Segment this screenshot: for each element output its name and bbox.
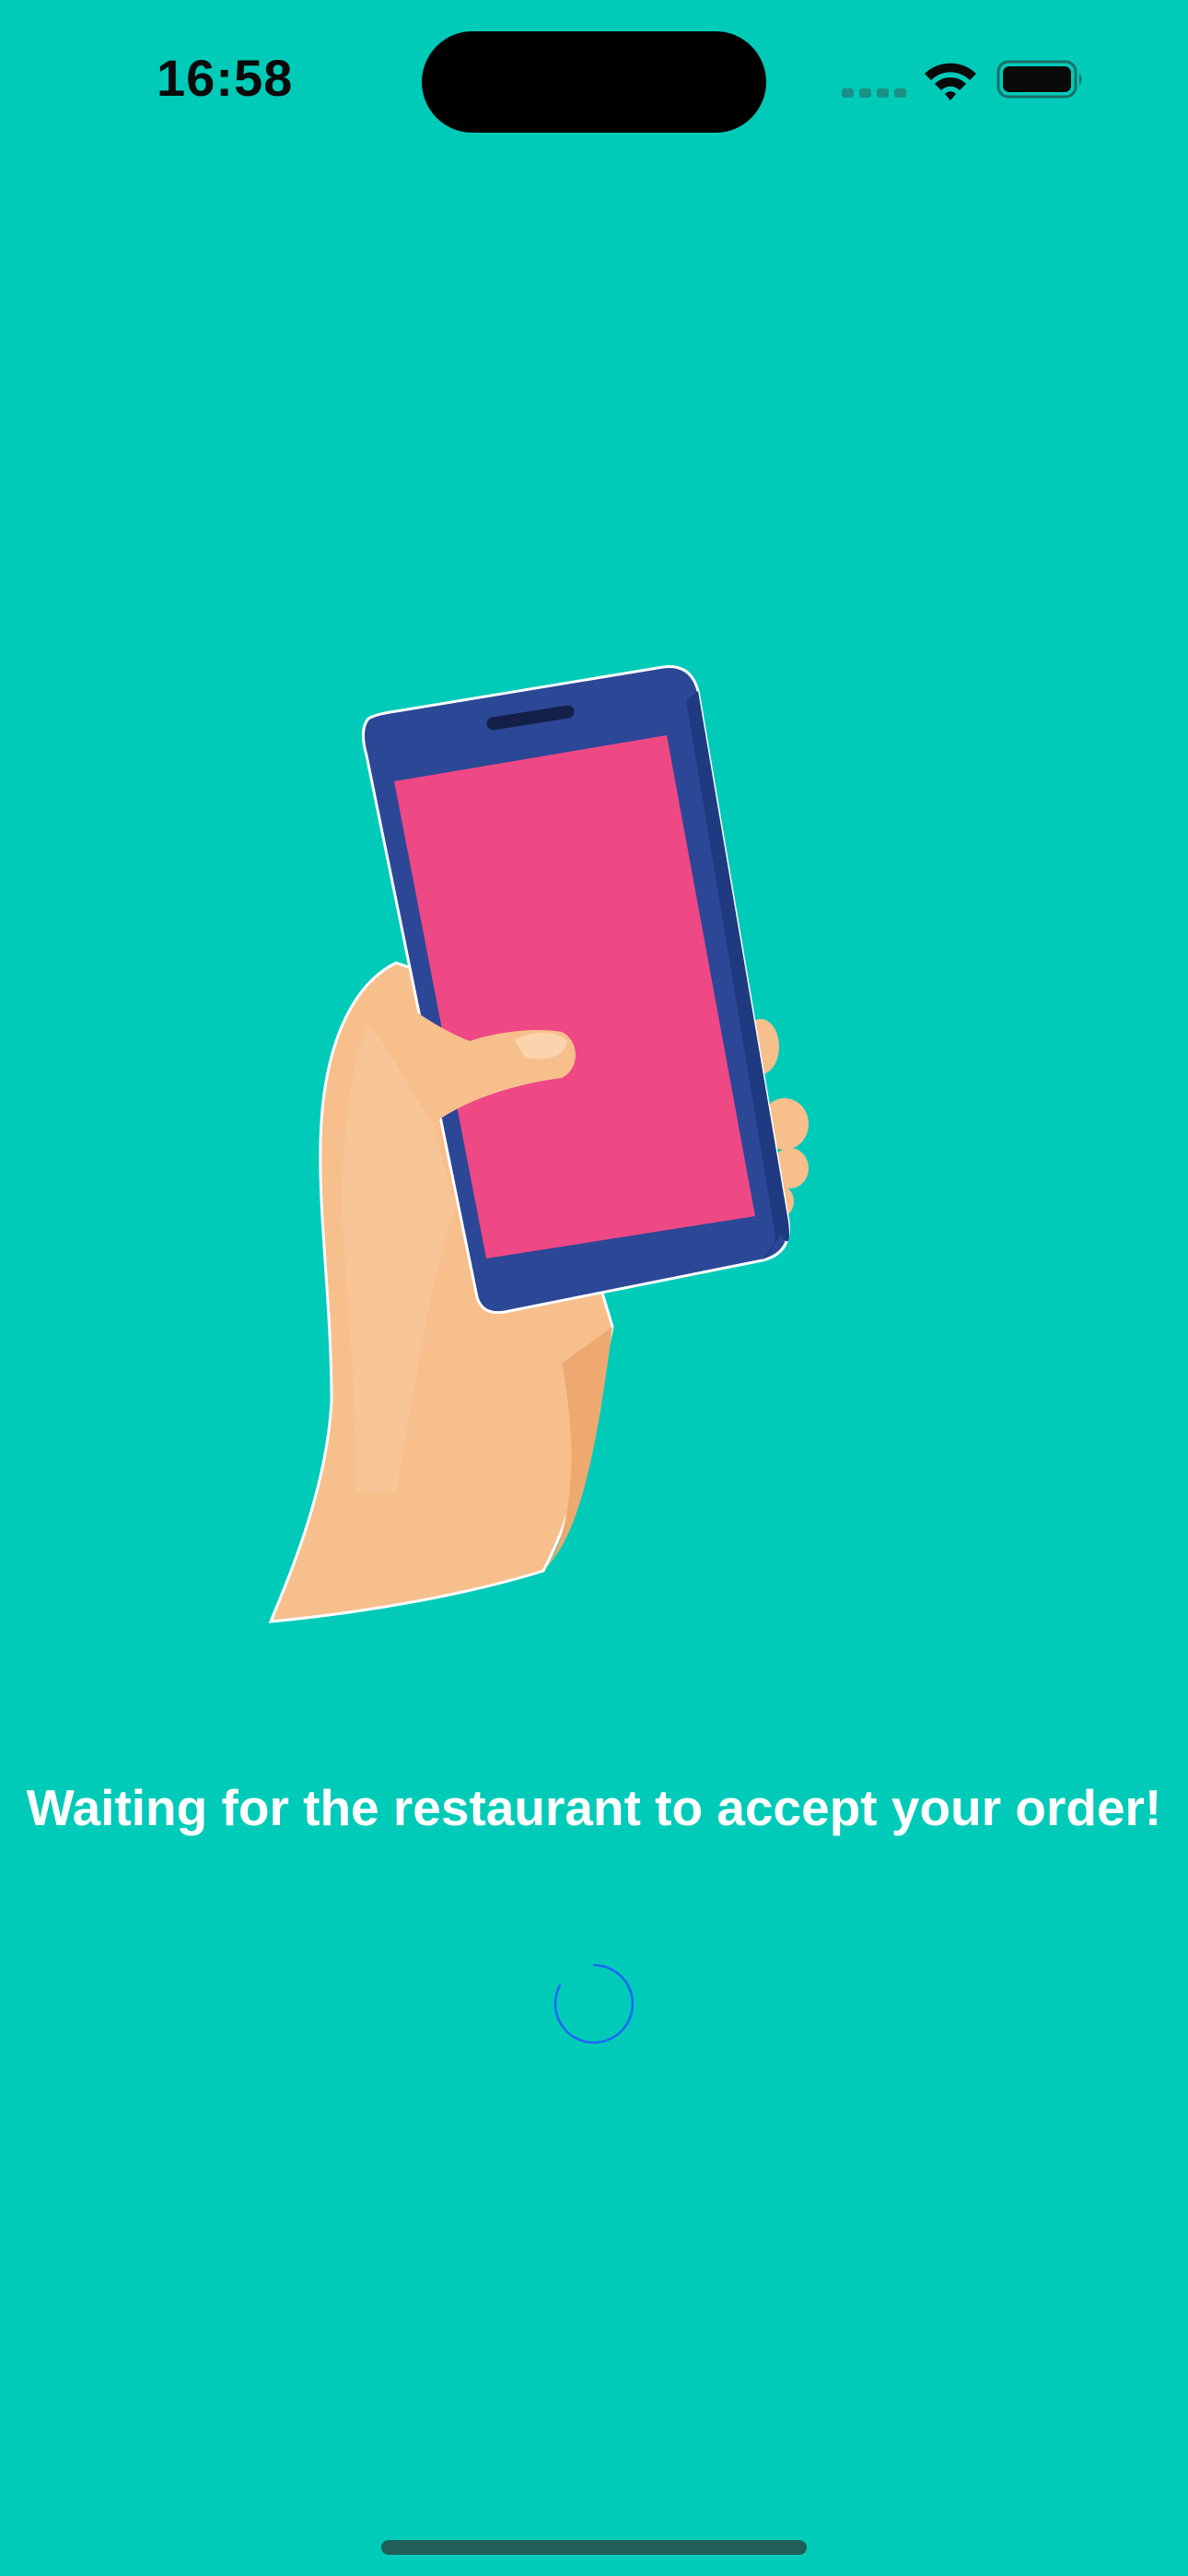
wifi-icon [925, 63, 976, 100]
cellular-signal-icon [842, 88, 906, 98]
status-time: 16:58 [157, 49, 294, 107]
loading-spinner-icon [553, 1963, 635, 2044]
dynamic-island [422, 31, 766, 133]
battery-icon [996, 60, 1082, 99]
status-bar: 16:58 [0, 0, 1188, 166]
hand-holding-phone-illustration [268, 665, 809, 1623]
waiting-message: Waiting for the restaurant to accept you… [26, 1779, 1162, 1836]
home-indicator[interactable] [381, 2540, 807, 2555]
